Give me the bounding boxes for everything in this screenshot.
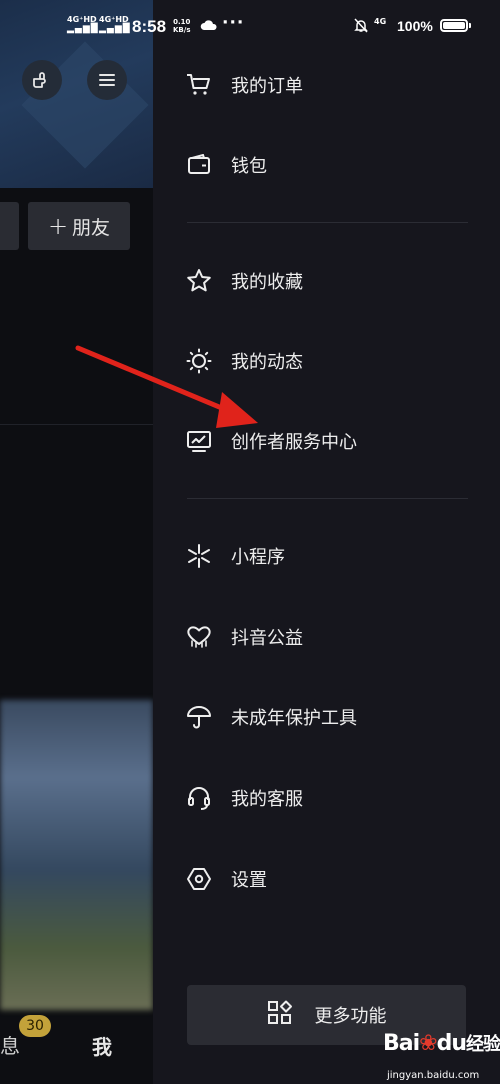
battery-tip	[469, 23, 471, 28]
menu-item-label: 未成年保护工具	[231, 708, 357, 729]
chart-monitor-icon	[185, 427, 213, 455]
tab-me[interactable]: 我	[92, 1031, 112, 1060]
battery-icon	[440, 19, 468, 32]
headset-icon	[185, 784, 213, 812]
menu-divider	[187, 498, 468, 499]
more-features-label: 更多功能	[314, 1006, 387, 1027]
network-speed-unit: KB/s	[173, 26, 191, 34]
menu-divider	[187, 222, 468, 223]
watermark-brand-latin: Bai	[383, 1031, 420, 1056]
cloud-icon	[200, 20, 217, 30]
baidu-watermark: Bai❀du经验 jingyan.baidu.com	[383, 1030, 500, 1081]
divider	[0, 424, 153, 425]
menu-item-charity[interactable]: 抖音公益	[185, 615, 485, 659]
menu-item-mini-programs[interactable]: 小程序	[185, 534, 485, 578]
profile-page-background: + 朋友 息 30 我	[0, 0, 153, 1084]
menu-item-wallet[interactable]: 钱包	[185, 143, 485, 187]
menu-item-label: 小程序	[231, 547, 285, 568]
menu-item-settings[interactable]: 设置	[185, 857, 485, 901]
sim2-signal: 4G⁺HD ▂▄▆█	[99, 15, 131, 34]
more-notifications-icon: ···	[222, 13, 245, 33]
add-friend-button[interactable]: + 朋友	[28, 202, 130, 250]
menu-item-minor-protection[interactable]: 未成年保护工具	[185, 695, 485, 739]
paw-icon: ❀	[419, 1031, 437, 1056]
watermark-brand: Bai❀du经验	[383, 1031, 500, 1056]
menu-item-label: 创作者服务中心	[231, 432, 357, 453]
sun-icon	[185, 347, 213, 375]
wallet-icon	[185, 151, 213, 179]
menu-item-moments[interactable]: 我的动态	[185, 339, 485, 383]
battery-percent: 100%	[397, 18, 433, 34]
signal-bars-icon: ▂▄▆█	[67, 24, 99, 34]
star-icon	[185, 267, 213, 295]
menu-item-label: 我的收藏	[231, 272, 303, 293]
sim1-label: 4G⁺HD	[67, 15, 97, 24]
sim2-label: 4G⁺HD	[99, 15, 129, 24]
watermark-brand-du: du	[436, 1031, 467, 1056]
watermark-url: jingyan.baidu.com	[387, 1070, 480, 1081]
network-type: 4G	[374, 17, 387, 26]
add-friend-label: 朋友	[72, 216, 111, 239]
status-bar: 4G⁺HD ▂▄▆█ 4G⁺HD ▂▄▆█ 8:58 0.10 KB/s ···…	[0, 0, 500, 56]
menu-item-customer-service[interactable]: 我的客服	[185, 776, 485, 820]
asterisk-icon	[185, 542, 213, 570]
umbrella-icon	[185, 703, 213, 731]
video-thumbnail[interactable]	[0, 700, 153, 1010]
bell-muted-icon	[354, 18, 368, 33]
network-speed-value: 0.10	[173, 18, 191, 26]
menu-item-label: 设置	[231, 870, 267, 891]
signal-bars-icon: ▂▄▆█	[99, 24, 131, 34]
network-speed: 0.10 KB/s	[173, 18, 190, 34]
heart-rain-icon	[185, 623, 213, 651]
messages-badge: 30	[19, 1015, 51, 1037]
hand-pointer-icon	[33, 72, 46, 88]
clock: 8:58	[132, 17, 167, 36]
menu-item-label: 钱包	[231, 156, 267, 177]
menu-item-label: 抖音公益	[231, 628, 303, 649]
menu-item-orders[interactable]: 我的订单	[185, 63, 485, 107]
menu-item-favorites[interactable]: 我的收藏	[185, 259, 485, 303]
menu-button[interactable]	[87, 60, 127, 100]
hexagon-gear-icon	[185, 865, 213, 893]
menu-item-label: 我的动态	[231, 352, 303, 373]
sim1-signal: 4G⁺HD ▂▄▆█	[67, 15, 99, 34]
grid-icon	[267, 1000, 293, 1030]
tab-messages[interactable]: 息	[0, 1030, 20, 1059]
plus-icon: +	[47, 212, 69, 240]
menu-item-creator-center[interactable]: 创作者服务中心	[185, 419, 485, 463]
hamburger-icon	[99, 74, 115, 86]
watermark-brand-cn: 经验	[466, 1034, 500, 1055]
hand-pointer-button[interactable]	[22, 60, 62, 100]
menu-item-label: 我的订单	[231, 76, 303, 97]
menu-item-label: 我的客服	[231, 789, 303, 810]
edit-profile-button[interactable]	[0, 202, 19, 250]
cart-icon	[185, 71, 213, 99]
